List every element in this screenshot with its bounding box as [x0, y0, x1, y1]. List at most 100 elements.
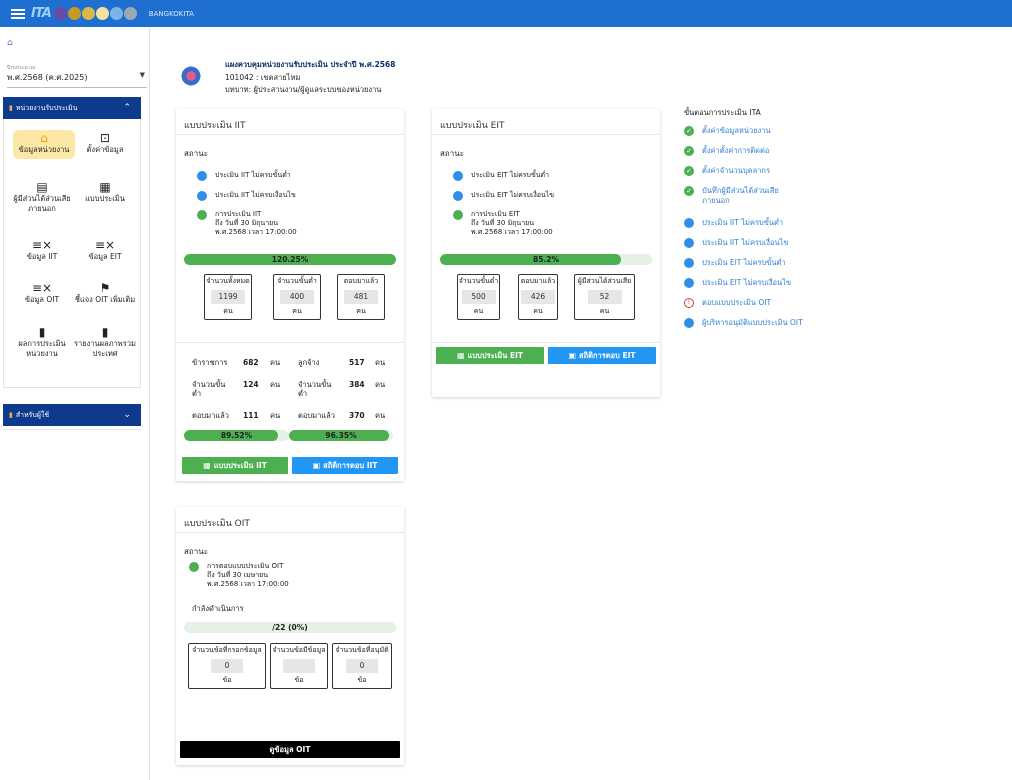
eit-card: แบบประเมิน EIT สถานะ ประเมิน EIT ไม่ครบข…: [432, 109, 660, 397]
iit-stats-button[interactable]: ▣ สถิติการตอบ IIT: [292, 457, 398, 474]
status-text: ประเมิน EIT ไม่ครบเงื่อนไข: [471, 191, 555, 199]
status-text: ประเมิน IIT ไม่ครบขั้นต่ำ: [215, 171, 291, 179]
status-label: สถานะ: [184, 547, 208, 556]
stat-value: 481: [344, 290, 378, 304]
stat-unit: คน: [473, 307, 484, 315]
menu-grid: ⌂ ข้อมูลหน่วยงาน ⊡ ตั้งค่าข้อมูล ▤ ผู้มี…: [3, 120, 141, 388]
stat-label: ตอบมาแล้ว: [520, 277, 556, 285]
store-icon: ▤: [36, 180, 48, 194]
section-header-evaluated-unit[interactable]: ▮ หน่วยงานรับประเมิน ⌃: [3, 97, 141, 119]
view-oit-button[interactable]: ดูข้อมูล OIT: [180, 741, 400, 758]
list-check-icon: ≡×: [94, 238, 116, 252]
civil-progress-bar: 89.52%: [184, 430, 289, 441]
home-icon: ⌂: [40, 131, 48, 145]
seal-icon: [95, 7, 109, 20]
step-item[interactable]: ✓ บันทึกผู้มีส่วนได้ส่วนเสียภายนอก: [684, 186, 804, 206]
status-dot: [189, 562, 199, 572]
dot-icon: [684, 318, 694, 328]
status-dot: [197, 210, 207, 220]
emp-unit: คน: [375, 358, 386, 367]
check-circle-icon: ✓: [684, 126, 694, 136]
user-role: บทบาท: ผู้ประสานงาน/ผู้ดูแลระบบของหน่วยง…: [225, 85, 382, 94]
chevron-up-icon: ⌃: [123, 103, 131, 113]
civil-value: 682: [243, 358, 259, 367]
menu-eit-data[interactable]: ≡× ข้อมูล EIT: [74, 238, 136, 262]
menu-label: ตั้งค่าข้อมูล: [86, 145, 124, 154]
stat-answered: ตอบมาแล้ว 426 คน: [518, 274, 558, 320]
step-label: ประเมิน IIT ไม่ครบขั้นต่ำ: [702, 218, 784, 227]
menu-icon[interactable]: [11, 8, 25, 19]
step-label: ประเมิน IIT ไม่ครบเงื่อนไข: [702, 238, 789, 247]
min2-value: 384: [349, 380, 365, 389]
stat-label: จำนวนข้อที่กรอกข้อมูล: [192, 646, 262, 654]
menu-label: แบบประเมิน: [85, 194, 125, 203]
menu-unit-info[interactable]: ⌂ ข้อมูลหน่วยงาน: [13, 130, 75, 159]
step-item[interactable]: ประเมิน EIT ไม่ครบขั้นต่ำ: [684, 258, 804, 268]
status-item: ประเมิน IIT ไม่ครบเงื่อนไข: [197, 191, 296, 201]
step-item[interactable]: ✓ ตั้งค่าตั้งค่าการติดต่อ: [684, 146, 804, 156]
step-item[interactable]: ประเมิน IIT ไม่ครบขั้นต่ำ: [684, 218, 804, 228]
status-text: ประเมิน IIT ไม่ครบเงื่อนไข: [215, 191, 296, 199]
stat-has-data: จำนวนข้อมีข้อมูล ข้อ: [270, 643, 328, 689]
min2-unit: คน: [375, 380, 386, 389]
qr-icon: ▦: [456, 351, 465, 360]
step-label: ตอบแบบประเมิน OIT: [702, 298, 772, 307]
menu-label: รายงานผลภาพรวมประเทศ: [74, 339, 136, 358]
card-title: แบบประเมิน EIT: [432, 109, 660, 135]
pin-icon: ▮: [9, 104, 13, 112]
menu-oit-explain[interactable]: ⚑ ชี้แจง OIT เพิ่มเติม: [74, 282, 136, 305]
org-logo: [180, 65, 202, 87]
menu-unit-results[interactable]: ▮ ผลการประเมินหน่วยงาน: [11, 326, 73, 359]
step-item[interactable]: ประเมิน EIT ไม่ครบเงื่อนไข: [684, 278, 804, 288]
button-label: ดูข้อมูล OIT: [269, 744, 311, 754]
stat-minimum: จำนวนขั้นต่ำ 400 คน: [273, 274, 321, 320]
card-title: แบบประเมิน OIT: [176, 507, 404, 533]
ita-logo: ITA: [31, 6, 52, 21]
step-item[interactable]: ! ตอบแบบประเมิน OIT: [684, 298, 804, 308]
logo-strip: ITA: [31, 6, 137, 21]
step-item[interactable]: ผู้บริหารอนุมัติแบบประเมิน OIT: [684, 318, 804, 328]
stat-label: ตอบมาแล้ว: [343, 277, 379, 285]
stat-value: 426: [521, 290, 555, 304]
progress-text: 89.52%: [220, 431, 253, 440]
page-title: แผงควบคุมหน่วยงานรับประเมิน ประจำปี พ.ศ.…: [225, 60, 396, 69]
status-dot: [197, 191, 207, 201]
section-header-user[interactable]: ▮ สำหรับผู้ใช้ ⌄: [3, 404, 141, 426]
bar-chart-icon: ▮: [101, 325, 109, 339]
ans2-value: 370: [349, 411, 365, 420]
step-item[interactable]: ประเมิน IIT ไม่ครบเงื่อนไข: [684, 238, 804, 248]
stat-unit: คน: [599, 307, 610, 315]
list-check-icon: ≡×: [31, 281, 53, 295]
status-item: ประเมิน EIT ไม่ครบขั้นต่ำ: [453, 171, 549, 181]
menu-external-stakeholders[interactable]: ▤ ผู้มีส่วนได้ส่วนเสียภายนอก: [11, 180, 73, 214]
status-text: การประเมิน EIT ถึง วันที่ 30 มิถุนายน พ.…: [471, 210, 553, 236]
check-circle-icon: ✓: [684, 166, 694, 176]
menu-national-report[interactable]: ▮ รายงานผลภาพรวมประเทศ: [74, 325, 136, 359]
menu-label: ข้อมูล EIT: [88, 252, 122, 261]
status-label: สถานะ: [184, 149, 208, 158]
stat-value: 500: [461, 290, 496, 304]
step-label: ผู้บริหารอนุมัติแบบประเมิน OIT: [702, 318, 803, 327]
dot-icon: [684, 218, 694, 228]
menu-iit-data[interactable]: ≡× ข้อมูล IIT: [11, 239, 73, 262]
progress-text: 120.25%: [271, 255, 309, 264]
cloud-icon: [123, 7, 137, 20]
stat-value: 52: [587, 290, 622, 304]
dot-icon: [684, 258, 694, 268]
home-icon[interactable]: ⌂: [7, 38, 13, 48]
eit-form-button[interactable]: ▦ แบบประเมิน EIT: [436, 347, 544, 364]
dot-icon: [684, 238, 694, 248]
menu-oit-data[interactable]: ≡× ข้อมูล OIT: [11, 281, 73, 305]
menu-forms[interactable]: ▦ แบบประเมิน: [74, 181, 136, 204]
menu-settings[interactable]: ⊡ ตั้งค่าข้อมูล: [74, 132, 136, 155]
iit-form-button[interactable]: ▦ แบบประเมิน IIT: [182, 457, 288, 474]
status-item: ประเมิน IIT ไม่ครบขั้นต่ำ: [197, 171, 291, 181]
step-item[interactable]: ✓ ตั้งค่าข้อมูลหน่วยงาน: [684, 126, 804, 136]
step-item[interactable]: ✓ ตั้งค่าจำนวนบุคลากร: [684, 166, 804, 176]
year-select[interactable]: พ.ศ.2568 (ค.ศ.2025) ▼: [7, 71, 147, 88]
chart-icon: ▣: [568, 351, 576, 360]
dot-icon: [684, 278, 694, 288]
stat-label: ผู้มีส่วนได้ส่วนเสีย: [577, 277, 632, 285]
eit-stats-button[interactable]: ▣ สถิติการตอบ EIT: [548, 347, 656, 364]
emp-progress-bar: 96.35%: [289, 430, 393, 441]
